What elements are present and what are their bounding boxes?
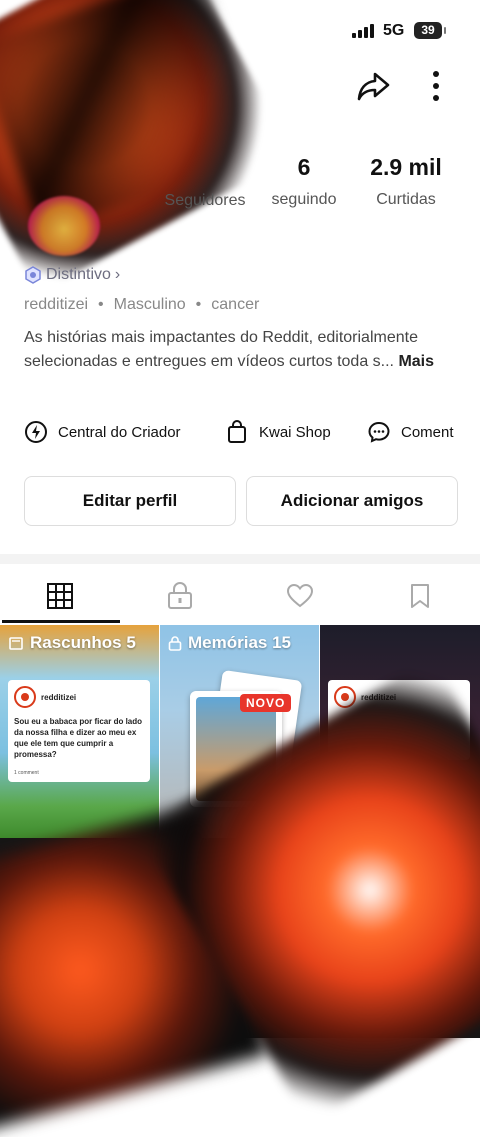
stat-likes[interactable]: 2.9 mil Curtidas	[356, 154, 456, 209]
post-username: redditizei	[41, 692, 77, 702]
bio-text: As histórias mais impactantes do Reddit,…	[24, 329, 418, 370]
lightning-icon	[25, 421, 47, 443]
share-icon[interactable]	[355, 68, 391, 104]
badge-label: Distintivo	[46, 266, 111, 283]
tool-kwai-shop[interactable]: Kwai Shop	[225, 420, 331, 444]
bookmark-icon	[411, 584, 429, 608]
grid-icon	[47, 583, 73, 609]
separator: •	[98, 296, 104, 313]
drafts-label-row: Rascunhos 5	[8, 633, 136, 653]
drafts-icon	[9, 637, 23, 650]
avatar[interactable]	[28, 196, 100, 256]
new-badge: NOVO	[240, 694, 292, 712]
stat-following[interactable]: 6 seguindo	[264, 154, 344, 209]
likes-label: Curtidas	[376, 191, 436, 208]
post-footer: 1 comment	[14, 770, 39, 776]
post-user: redditizei	[14, 686, 144, 708]
stat-followers[interactable]: Seguidores	[150, 154, 260, 210]
drafts-label: Rascunhos 5	[30, 633, 136, 652]
chevron-right-icon: ›	[114, 266, 121, 283]
battery-indicator: 39	[414, 22, 446, 39]
tab-liked[interactable]	[240, 576, 360, 616]
gender: Masculino	[113, 296, 186, 313]
tool-creator-center[interactable]: Central do Criador	[24, 420, 181, 444]
bio-more-link[interactable]: Mais	[398, 353, 434, 370]
bio: As histórias mais impactantes do Reddit,…	[24, 326, 464, 374]
lock-icon	[168, 636, 182, 651]
comment-icon	[368, 421, 390, 443]
badge-icon	[25, 266, 41, 284]
following-label: seguindo	[271, 191, 337, 208]
drafts-cell[interactable]: Rascunhos 5 redditizei Sou eu a babaca p…	[0, 625, 159, 838]
heart-icon	[286, 583, 314, 608]
memories-label: Memórias 15	[188, 633, 291, 652]
profile-meta: redditizei • Masculino • cancer	[24, 296, 259, 314]
tool-label: Coment	[401, 423, 454, 441]
tab-posts[interactable]	[0, 576, 120, 616]
more-options-icon[interactable]	[426, 70, 446, 102]
tab-saved[interactable]	[360, 576, 480, 616]
lock-icon	[168, 582, 192, 609]
tool-label: Central do Criador	[58, 423, 181, 441]
tab-private[interactable]	[120, 576, 240, 616]
post-title: Sou eu a babaca por ficar do lado da nos…	[14, 717, 143, 759]
username: redditizei	[24, 296, 89, 313]
following-count: 6	[297, 154, 311, 180]
reddit-avatar-icon	[14, 686, 36, 708]
separator: •	[195, 296, 202, 313]
draft-post-preview: redditizei Sou eu a babaca por ficar do …	[8, 680, 150, 782]
signal-icon	[352, 24, 374, 38]
tool-comments[interactable]: Coment	[367, 420, 454, 444]
followers-label: Seguidores	[164, 192, 246, 209]
creator-tools: Central do Criador Kwai Shop Coment	[0, 420, 480, 450]
tool-label: Kwai Shop	[259, 423, 331, 441]
badge-link[interactable]: Distintivo ›	[24, 266, 120, 284]
edit-profile-button[interactable]: Editar perfil	[24, 476, 236, 526]
tag: cancer	[211, 296, 260, 313]
add-friends-button[interactable]: Adicionar amigos	[246, 476, 458, 526]
shopping-bag-icon	[228, 420, 246, 443]
likes-count: 2.9 mil	[370, 154, 442, 180]
network-label: 5G	[383, 22, 405, 39]
memories-label-row: Memórias 15	[168, 633, 291, 653]
section-divider	[0, 554, 480, 564]
active-tab-indicator	[2, 620, 120, 623]
